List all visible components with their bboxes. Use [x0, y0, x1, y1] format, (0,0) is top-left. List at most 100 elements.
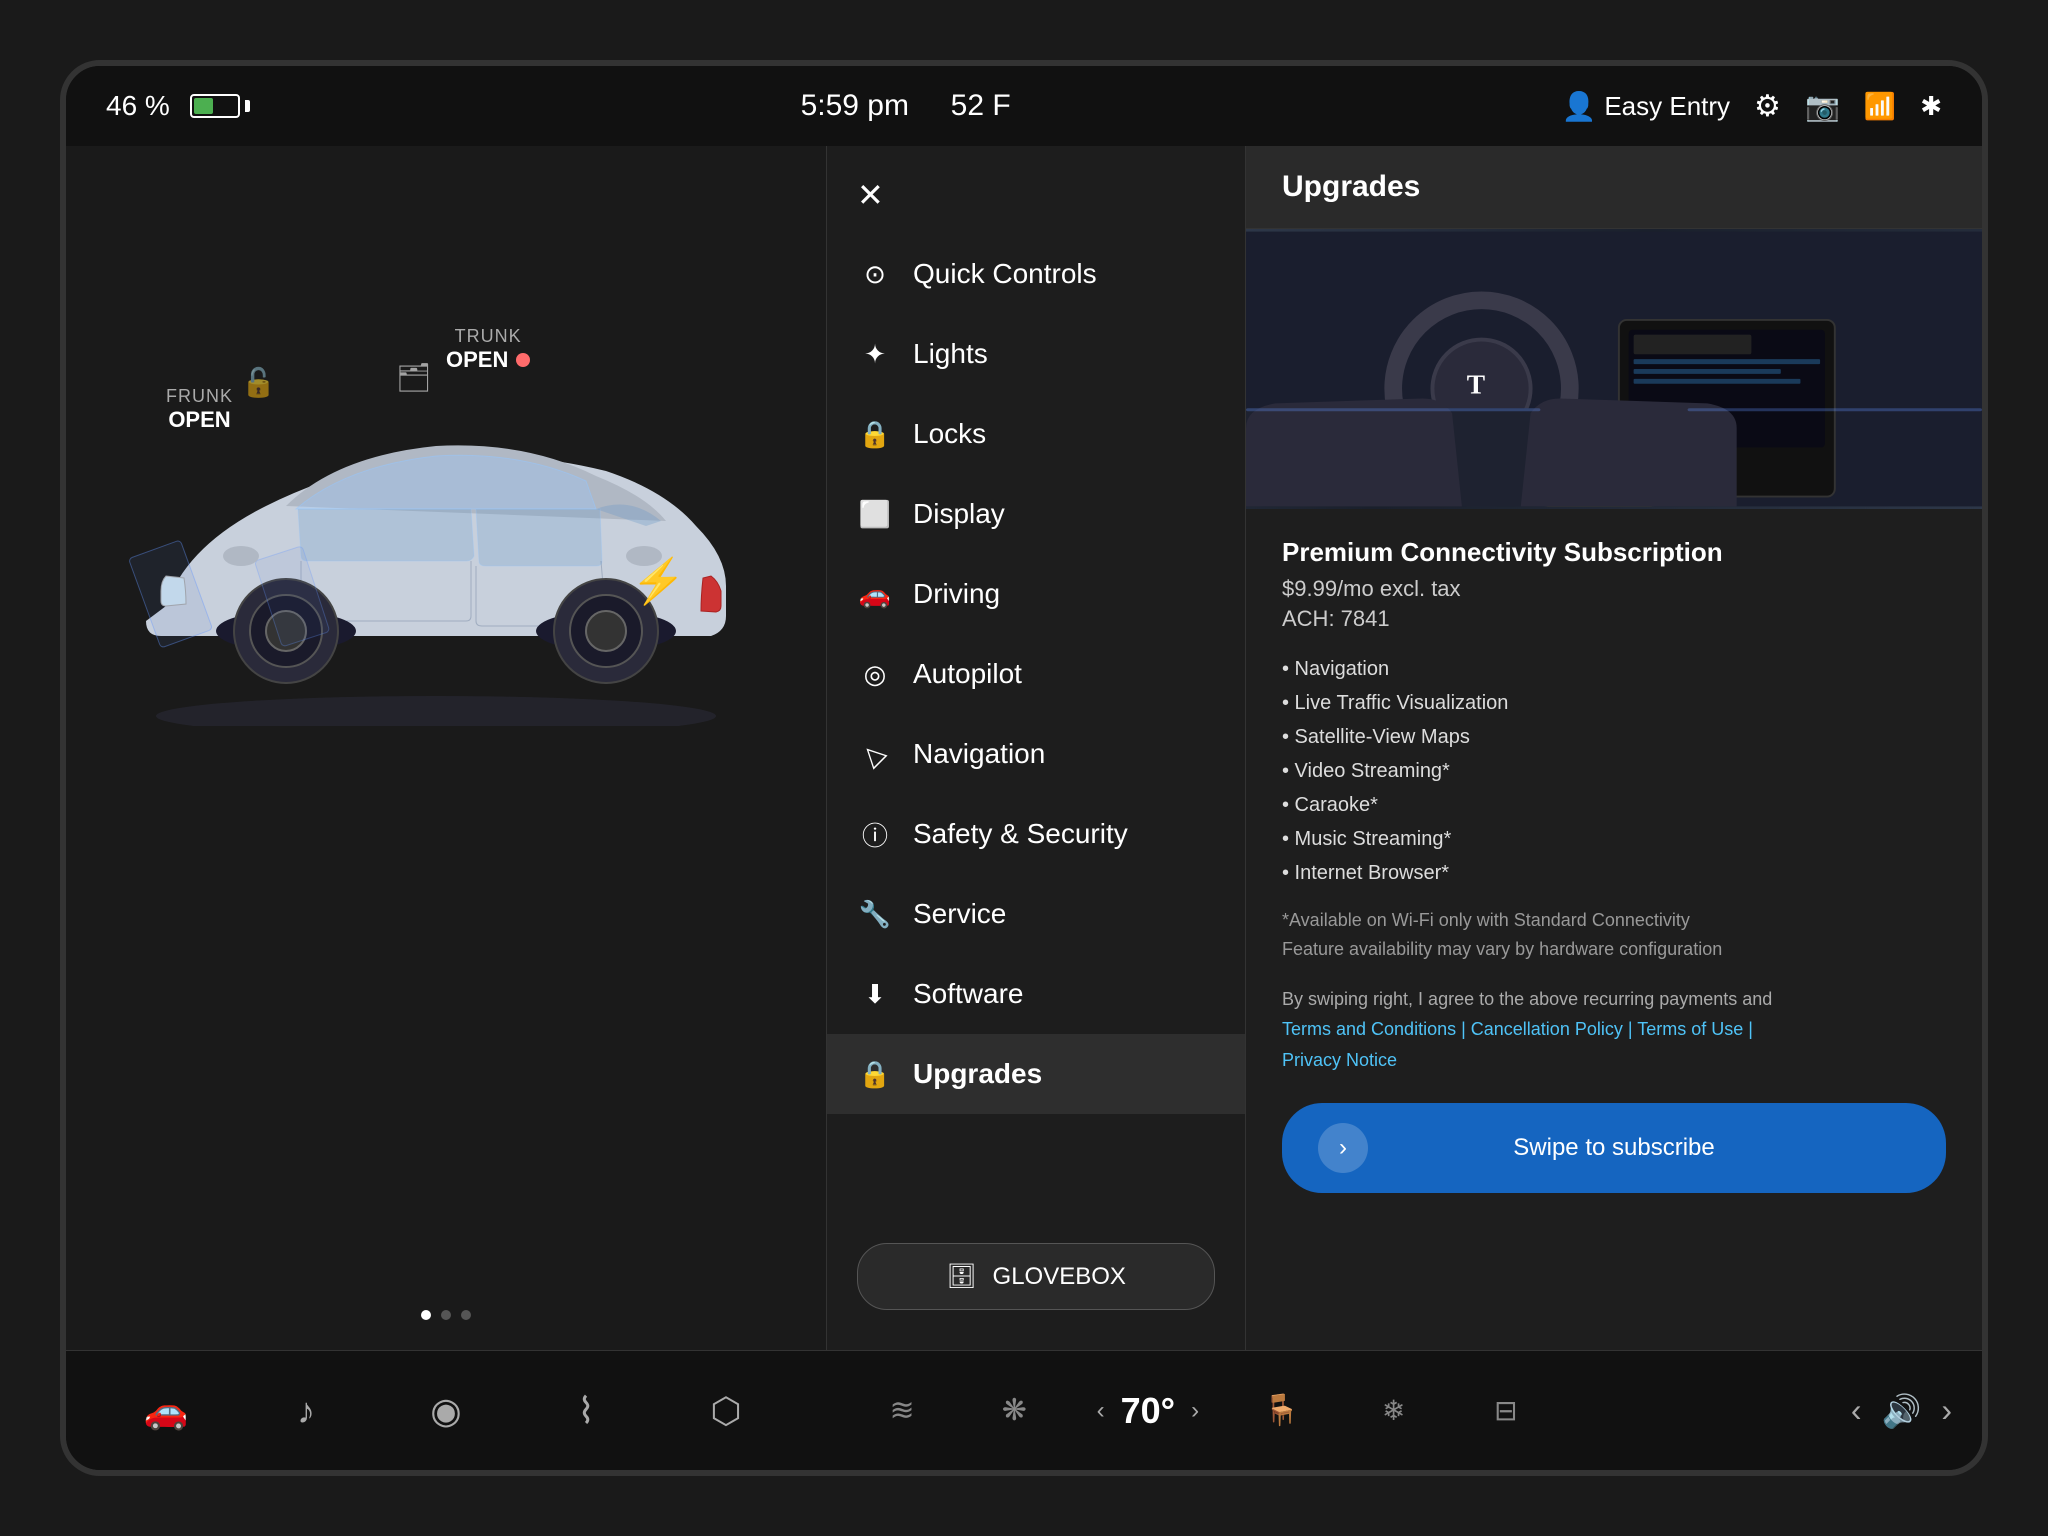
autopilot-label: Autopilot — [913, 658, 1022, 690]
driving-label: Driving — [913, 578, 1000, 610]
menu-item-safety-security[interactable]: ⓘ Safety & Security — [827, 794, 1245, 874]
swipe-to-subscribe-button[interactable]: › Swipe to subscribe — [1282, 1103, 1946, 1193]
feature-traffic: • Live Traffic Visualization — [1282, 686, 1946, 720]
lights-label: Lights — [913, 338, 988, 370]
upgrades-icon: 🔒 — [857, 1056, 893, 1092]
settings-menu: ✕ ⊙ Quick Controls ✦ Lights 🔒 Locks ⬜ Di… — [826, 146, 1246, 1350]
seat-icon[interactable]: 🪑 — [1251, 1381, 1311, 1441]
bottom-center-controls: ≋ ❋ ‹ 70° › 🪑 ❄ ⊟ — [826, 1381, 1582, 1441]
safety-security-label: Safety & Security — [913, 818, 1128, 850]
locks-label: Locks — [913, 418, 986, 450]
dot-1 — [421, 1310, 431, 1320]
menu-item-display[interactable]: ⬜ Display — [827, 474, 1245, 554]
carousel-dots — [421, 1310, 471, 1320]
menu-item-upgrades[interactable]: 🔒 Upgrades — [827, 1034, 1245, 1114]
upgrades-header: Upgrades — [1246, 146, 1982, 229]
fan-icon[interactable]: ❋ — [984, 1381, 1044, 1441]
subscription-ach: ACH: 7841 — [1282, 606, 1946, 632]
menu-item-service[interactable]: 🔧 Service — [827, 874, 1245, 954]
bottom-left-icons: 🚗 ♪ ◉ ⌇ ⬡ — [66, 1381, 826, 1441]
temperature-display: 52 F — [951, 89, 1011, 122]
device-frame: 46 % 5:59 pm 52 F 👤 Easy Entry ⚙ 📷 📶 ✱ — [60, 60, 1988, 1476]
apps-icon[interactable]: ⬡ — [696, 1381, 756, 1441]
current-time: 5:59 pm — [801, 89, 909, 122]
display-icon: ⬜ — [857, 496, 893, 532]
upgrades-panel: Upgrades T — [1246, 146, 1982, 1350]
easy-entry-label: Easy Entry — [1604, 91, 1730, 122]
service-icon: 🔧 — [857, 896, 893, 932]
dot-2 — [441, 1310, 451, 1320]
status-left: 46 % — [106, 90, 250, 122]
upgrades-title: Upgrades — [1282, 170, 1420, 203]
autopilot-icon: ◎ — [857, 656, 893, 692]
terms-links[interactable]: Terms and Conditions | Cancellation Poli… — [1282, 1019, 1753, 1070]
menu-item-navigation[interactable]: ◁ Navigation — [827, 714, 1245, 794]
camera-icon[interactable]: 📷 — [1805, 90, 1840, 123]
feature-satellite: • Satellite-View Maps — [1282, 720, 1946, 754]
driving-icon: 🚗 — [857, 576, 893, 612]
feature-caraoke: • Caraoke* — [1282, 788, 1946, 822]
wiper-icon[interactable]: ⌇ — [556, 1381, 616, 1441]
menu-item-locks[interactable]: 🔒 Locks — [827, 394, 1245, 474]
car-icon[interactable]: 🚗 — [136, 1381, 196, 1441]
volume-left-arrow[interactable]: ‹ — [1851, 1392, 1862, 1429]
subscription-info: Premium Connectivity Subscription $9.99/… — [1246, 509, 1982, 1221]
feature-navigation: • Navigation — [1282, 652, 1946, 686]
radio-icon[interactable]: ◉ — [416, 1381, 476, 1441]
menu-item-lights[interactable]: ✦ Lights — [827, 314, 1245, 394]
quick-controls-icon: ⊙ — [857, 256, 893, 292]
volume-icon[interactable]: 🔊 — [1882, 1392, 1922, 1430]
person-icon: 👤 — [1561, 90, 1596, 123]
temperature-control: ‹ 70° › — [1097, 1390, 1199, 1432]
status-right: 👤 Easy Entry ⚙ 📷 📶 ✱ — [1561, 89, 1942, 124]
feature-music: • Music Streaming* — [1282, 822, 1946, 856]
temp-decrease-button[interactable]: ‹ — [1097, 1397, 1105, 1425]
car-interior-image: T — [1246, 229, 1982, 509]
glovebox-icon: 🗄 — [946, 1262, 976, 1291]
service-label: Service — [913, 898, 1006, 930]
quick-controls-label: Quick Controls — [913, 258, 1097, 290]
subscription-title: Premium Connectivity Subscription — [1282, 537, 1946, 568]
battery-percentage: 46 % — [106, 90, 170, 122]
music-icon[interactable]: ♪ — [276, 1381, 336, 1441]
navigation-icon: ◁ — [850, 729, 901, 780]
status-bar: 46 % 5:59 pm 52 F 👤 Easy Entry ⚙ 📷 📶 ✱ — [66, 66, 1982, 146]
menu-item-quick-controls[interactable]: ⊙ Quick Controls — [827, 234, 1245, 314]
main-content: FRUNK OPEN 🔓 TRUNK OPEN 🗂 — [66, 146, 1982, 1350]
dot-3 — [461, 1310, 471, 1320]
swipe-arrow-icon: › — [1318, 1123, 1368, 1173]
menu-item-software[interactable]: ⬇ Software — [827, 954, 1245, 1034]
status-center: 5:59 pm 52 F — [801, 89, 1011, 123]
feature-browser: • Internet Browser* — [1282, 856, 1946, 890]
upgrades-label: Upgrades — [913, 1058, 1042, 1090]
seat-heat-icon[interactable]: ≋ — [872, 1381, 932, 1441]
svg-text:T: T — [1467, 370, 1485, 400]
battery-icon — [190, 94, 250, 118]
easy-entry-button[interactable]: 👤 Easy Entry — [1561, 90, 1730, 123]
subscription-legal: By swiping right, I agree to the above r… — [1282, 984, 1946, 1076]
car-panel: FRUNK OPEN 🔓 TRUNK OPEN 🗂 — [66, 146, 826, 1350]
software-label: Software — [913, 978, 1024, 1010]
display-label: Display — [913, 498, 1005, 530]
software-icon: ⬇ — [857, 976, 893, 1012]
menu-item-autopilot[interactable]: ◎ Autopilot — [827, 634, 1245, 714]
subscription-features: • Navigation • Live Traffic Visualizatio… — [1282, 652, 1946, 890]
wifi-icon: 📶 — [1864, 91, 1896, 122]
car-visualization: ⚡ — [86, 326, 786, 726]
bottom-right-controls: ‹ 🔊 › — [1582, 1392, 1982, 1430]
glovebox-button[interactable]: 🗄 GLOVEBOX — [857, 1243, 1215, 1310]
volume-right-arrow[interactable]: › — [1941, 1392, 1952, 1429]
subscription-note: *Available on Wi-Fi only with Standard C… — [1282, 906, 1946, 964]
menu-close-button[interactable]: ✕ — [827, 166, 1245, 234]
settings-icon[interactable]: ⚙ — [1754, 89, 1781, 124]
subscription-price: $9.99/mo excl. tax — [1282, 576, 1946, 602]
defrost-front-icon[interactable]: ❄ — [1364, 1381, 1424, 1441]
menu-item-driving[interactable]: 🚗 Driving — [827, 554, 1245, 634]
temp-setpoint: 70° — [1121, 1390, 1175, 1432]
feature-video: • Video Streaming* — [1282, 754, 1946, 788]
bluetooth-icon: ✱ — [1920, 91, 1942, 122]
temp-increase-button[interactable]: › — [1191, 1397, 1199, 1425]
defrost-rear-icon[interactable]: ⊟ — [1476, 1381, 1536, 1441]
lights-icon: ✦ — [857, 336, 893, 372]
swipe-label: Swipe to subscribe — [1513, 1134, 1714, 1162]
